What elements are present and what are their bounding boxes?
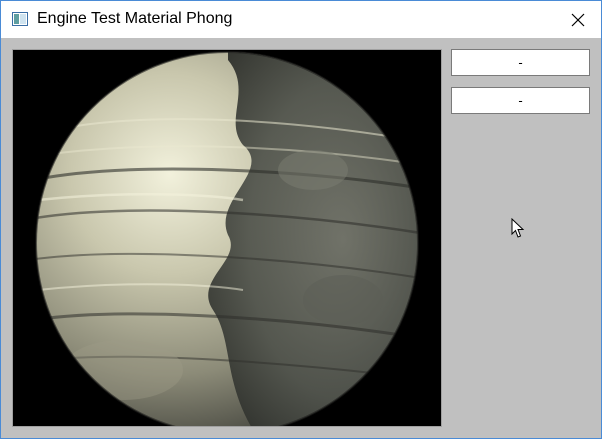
title-bar[interactable]: Engine Test Material Phong: [1, 1, 601, 38]
app-window-icon: [12, 12, 28, 26]
textured-sphere: [35, 51, 419, 426]
close-icon: [571, 13, 585, 26]
client-area: - -: [1, 38, 601, 438]
mouse-pointer-icon: [511, 218, 525, 238]
close-button[interactable]: [555, 1, 601, 38]
window-title: Engine Test Material Phong: [37, 10, 233, 27]
option-button-1[interactable]: -: [451, 49, 590, 76]
option-button-2[interactable]: -: [451, 87, 590, 114]
render-viewport[interactable]: [12, 49, 442, 427]
app-window: Engine Test Material Phong - -: [0, 0, 602, 439]
